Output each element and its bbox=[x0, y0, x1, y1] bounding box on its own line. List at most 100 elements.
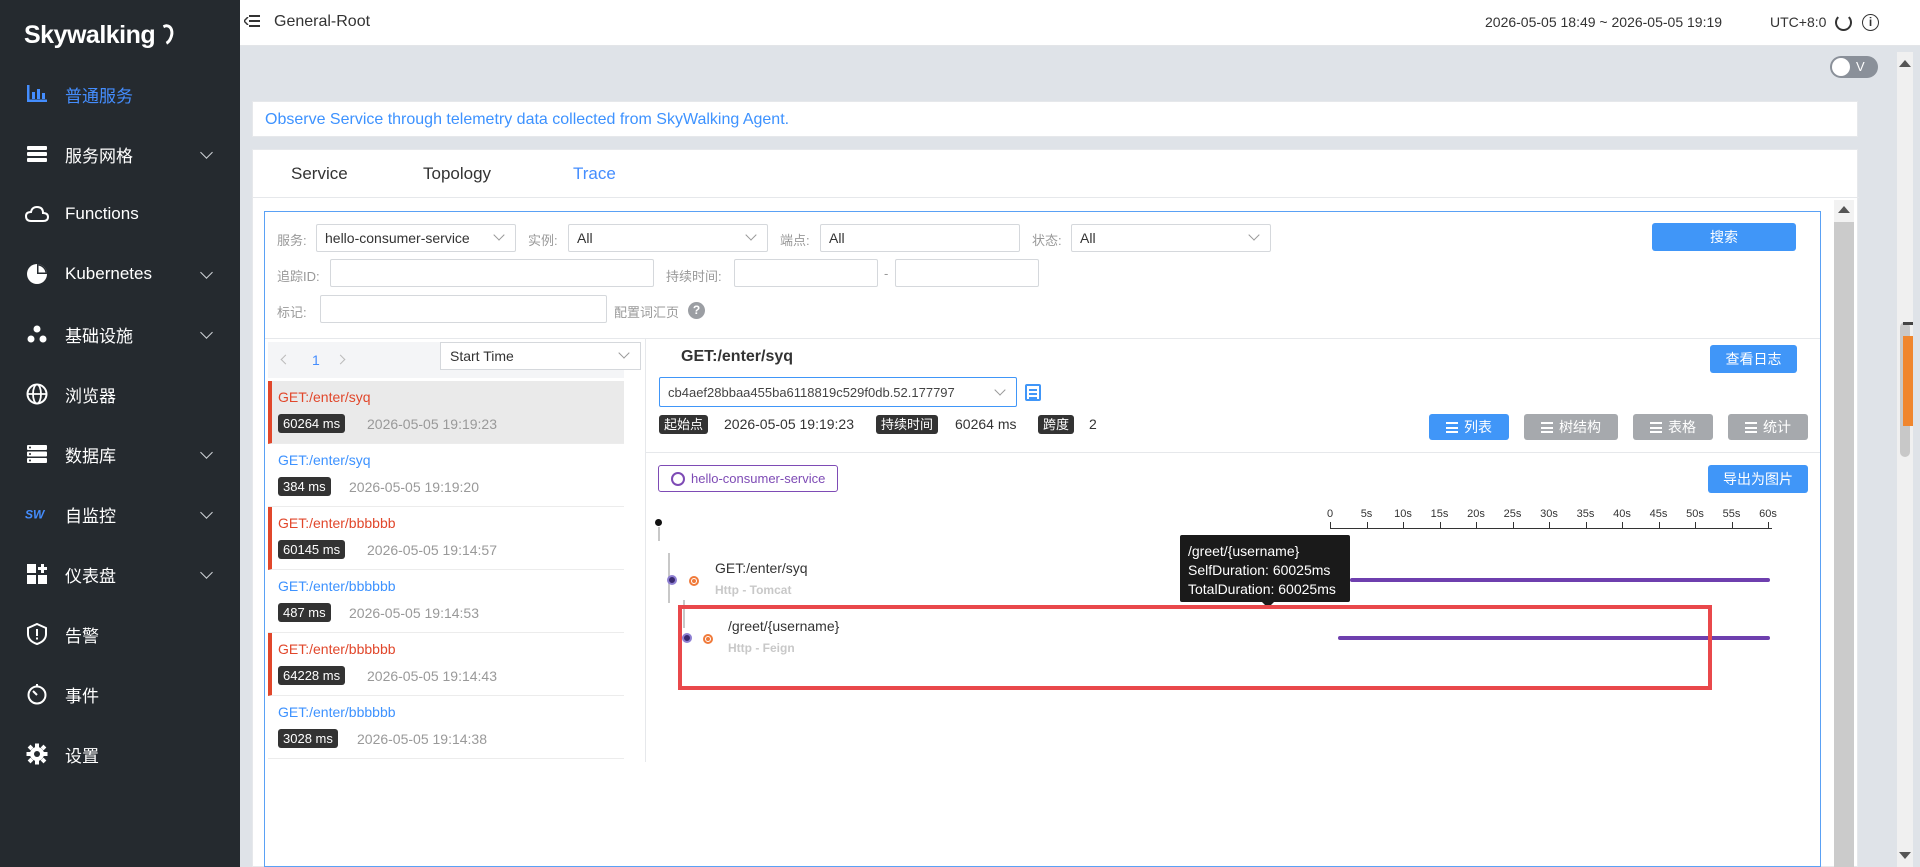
duration-filter-label: 持续时间: bbox=[666, 269, 722, 284]
tags-filter-label: 标记: bbox=[277, 305, 307, 320]
view-table-button[interactable]: 表格 bbox=[1633, 414, 1713, 440]
scroll-down-arrow-icon[interactable] bbox=[1899, 852, 1911, 859]
chevron-down-icon bbox=[200, 326, 213, 339]
chevron-down-icon bbox=[994, 384, 1006, 396]
axis-tick-label: 5s bbox=[1360, 508, 1373, 520]
tab-bar: Service Topology Trace bbox=[253, 150, 1859, 198]
sidebar-item-label: 自监控 bbox=[65, 506, 116, 526]
page-scrollbar-thumb[interactable] bbox=[1900, 322, 1913, 457]
view-list-button[interactable]: 列表 bbox=[1429, 414, 1509, 440]
duration-separator: - bbox=[884, 266, 889, 281]
logo-text: Skywalking bbox=[24, 20, 156, 49]
sidebar-item-kubernetes[interactable]: Kubernetes bbox=[0, 244, 240, 304]
sidebar-item-general-service[interactable]: 普通服务 bbox=[0, 64, 240, 124]
tab-topology[interactable]: Topology bbox=[423, 164, 491, 184]
sidebar-item-alarm[interactable]: 告警 bbox=[0, 604, 240, 664]
chevron-down-icon bbox=[745, 229, 757, 241]
endpoint-select[interactable]: All bbox=[820, 224, 1020, 252]
trace-id-input[interactable] bbox=[330, 259, 654, 287]
spans-value: 2 bbox=[1089, 416, 1097, 432]
service-ring-icon bbox=[671, 472, 685, 486]
trace-duration-badge: 384 ms bbox=[278, 477, 331, 496]
trace-list-item[interactable]: GET:/enter/syq 384 ms 2026-05-05 19:19:2… bbox=[268, 444, 624, 507]
sidebar-item-label: 服务网格 bbox=[65, 146, 133, 166]
trace-list-item[interactable]: GET:/enter/bbbbbb 3028 ms 2026-05-05 19:… bbox=[268, 696, 624, 759]
tree-line bbox=[658, 527, 660, 541]
menu-fold-icon[interactable] bbox=[244, 14, 260, 30]
time-range-picker[interactable]: 2026-05-05 18:49 ~ 2026-05-05 19:19 bbox=[1485, 14, 1722, 30]
duration-max-input[interactable] bbox=[895, 259, 1039, 287]
span-name[interactable]: GET:/enter/syq bbox=[715, 560, 808, 576]
page-number[interactable]: 1 bbox=[312, 352, 320, 368]
refresh-icon[interactable] bbox=[1835, 14, 1852, 31]
span-bar[interactable] bbox=[1350, 578, 1770, 582]
span-type: Http - Tomcat bbox=[715, 583, 792, 597]
globe-icon bbox=[25, 382, 49, 406]
view-tree-button[interactable]: 树结构 bbox=[1524, 414, 1618, 440]
trace-list-item[interactable]: GET:/enter/bbbbbb 487 ms 2026-05-05 19:1… bbox=[268, 570, 624, 633]
trace-endpoint: GET:/enter/bbbbbb bbox=[278, 704, 396, 720]
trace-timestamp: 2026-05-05 19:19:20 bbox=[349, 479, 479, 495]
trace-list-item[interactable]: GET:/enter/bbbbbb 64228 ms 2026-05-05 19… bbox=[268, 633, 624, 696]
sidebar-item-label: 设置 bbox=[65, 746, 99, 766]
instance-filter-label: 实例: bbox=[528, 233, 558, 248]
chevron-right-icon[interactable] bbox=[335, 354, 346, 365]
copy-icon[interactable] bbox=[1025, 384, 1041, 401]
sidebar-item-browser[interactable]: 浏览器 bbox=[0, 364, 240, 424]
skywalking-logo[interactable]: Skywalking bbox=[24, 18, 177, 52]
duration-value: 60264 ms bbox=[955, 416, 1017, 432]
trace-id-select[interactable]: cb4aef28bbaa455ba6118819c529f0db.52.1777… bbox=[659, 377, 1017, 407]
sidebar-item-events[interactable]: 事件 bbox=[0, 664, 240, 724]
content-scrollbar-thumb[interactable] bbox=[1834, 222, 1854, 867]
chevron-left-icon[interactable] bbox=[280, 354, 291, 365]
scroll-up-arrow-icon[interactable] bbox=[1838, 206, 1850, 213]
sidebar-item-functions[interactable]: Functions bbox=[0, 184, 240, 244]
tab-service[interactable]: Service bbox=[291, 164, 348, 184]
version-toggle[interactable]: V bbox=[1830, 56, 1878, 78]
trace-list-item[interactable]: GET:/enter/bbbbbb 60145 ms 2026-05-05 19… bbox=[268, 507, 624, 570]
sidebar-item-infrastructure[interactable]: 基础设施 bbox=[0, 304, 240, 364]
sidebar-item-label: 事件 bbox=[65, 686, 99, 706]
duration-min-input[interactable] bbox=[734, 259, 878, 287]
content-scrollbar[interactable] bbox=[1834, 200, 1854, 867]
axis-tick-label: 25s bbox=[1503, 508, 1522, 520]
sidebar-item-self-observability[interactable]: SW 自监控 bbox=[0, 484, 240, 544]
chevron-down-icon bbox=[200, 146, 213, 159]
span-type-dot bbox=[689, 576, 699, 586]
sidebar-item-dashboard[interactable]: 仪表盘 bbox=[0, 544, 240, 604]
cloud-icon bbox=[25, 202, 49, 226]
info-icon[interactable]: i bbox=[1862, 14, 1879, 31]
list-icon bbox=[1446, 421, 1458, 433]
start-label: 起始点 bbox=[659, 415, 709, 434]
span-tooltip: /greet/{username} SelfDuration: 60025ms … bbox=[1180, 535, 1350, 608]
sidebar-item-service-mesh[interactable]: 服务网格 bbox=[0, 124, 240, 184]
status-select-value: All bbox=[1080, 230, 1096, 246]
service-select[interactable]: hello-consumer-service bbox=[316, 224, 516, 252]
view-stats-button[interactable]: 统计 bbox=[1728, 414, 1808, 440]
tags-input[interactable] bbox=[320, 295, 607, 323]
trace-endpoint: GET:/enter/syq bbox=[278, 452, 371, 468]
tags-vocabulary-link[interactable]: 配置词汇页 bbox=[614, 302, 679, 321]
sidebar-item-database[interactable]: 数据库 bbox=[0, 424, 240, 484]
trace-timestamp: 2026-05-05 19:14:38 bbox=[357, 731, 487, 747]
tab-trace[interactable]: Trace bbox=[573, 164, 616, 184]
stats-icon bbox=[1745, 421, 1757, 433]
span-node-dot bbox=[667, 575, 677, 585]
chevron-down-icon bbox=[618, 347, 630, 359]
trace-id-filter-label: 追踪ID: bbox=[277, 269, 320, 284]
scroll-up-arrow-icon[interactable] bbox=[1899, 60, 1911, 67]
status-select[interactable]: All bbox=[1071, 224, 1271, 252]
sort-select[interactable]: Start Time bbox=[440, 342, 641, 370]
trace-list-item[interactable]: GET:/enter/syq 60264 ms 2026-05-05 19:19… bbox=[268, 381, 624, 444]
endpoint-select-value: All bbox=[829, 230, 845, 246]
instance-select[interactable]: All bbox=[568, 224, 768, 252]
search-button[interactable]: 搜索 bbox=[1652, 223, 1796, 251]
page-scrollbar[interactable] bbox=[1897, 52, 1913, 867]
instance-select-value: All bbox=[577, 230, 593, 246]
help-icon[interactable]: ? bbox=[688, 302, 705, 319]
export-image-button[interactable]: 导出为图片 bbox=[1708, 465, 1808, 493]
view-logs-button[interactable]: 查看日志 bbox=[1710, 345, 1797, 373]
trace-endpoint: GET:/enter/bbbbbb bbox=[278, 578, 396, 594]
sidebar-item-settings[interactable]: 设置 bbox=[0, 724, 240, 784]
sidebar-item-label: Functions bbox=[65, 204, 139, 223]
